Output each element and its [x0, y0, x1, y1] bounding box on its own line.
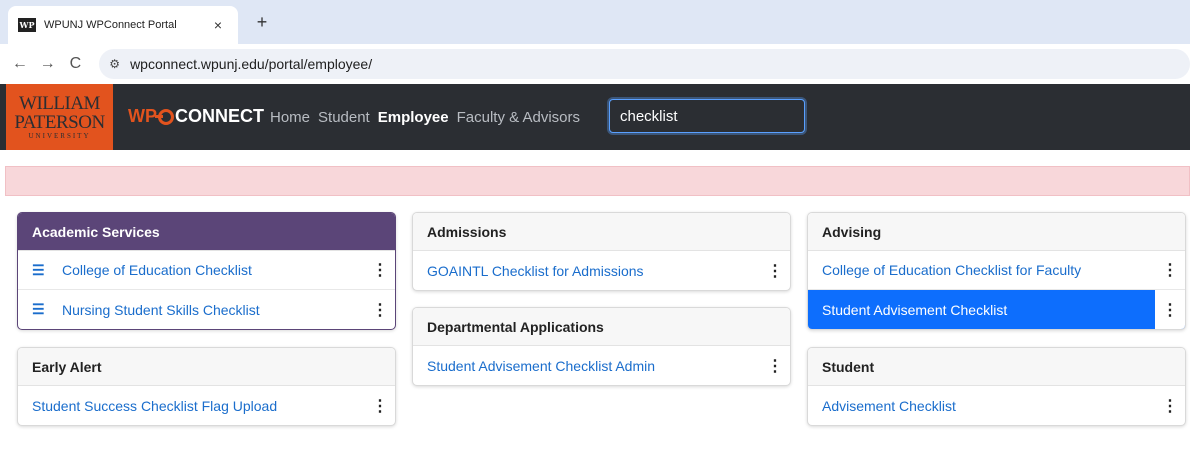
forward-icon[interactable]: →: [34, 55, 62, 73]
nav-faculty-advisors[interactable]: Faculty & Advisors: [457, 109, 580, 126]
kebab-menu-icon[interactable]: ⋮: [365, 300, 395, 320]
list-item[interactable]: Student Success Checklist Flag Upload ⋮: [18, 386, 395, 425]
item-link[interactable]: Student Advisement Checklist: [822, 302, 1155, 318]
list-item[interactable]: College of Education Checklist for Facul…: [808, 251, 1185, 290]
alert-banner: [5, 166, 1190, 196]
address-bar-row: ← → C ⚙ wpconnect.wpunj.edu/portal/emplo…: [0, 44, 1190, 84]
nav-student[interactable]: Student: [318, 109, 370, 126]
close-tab-icon[interactable]: ×: [208, 17, 228, 33]
browser-tab[interactable]: WP WPUNJ WPConnect Portal ×: [8, 6, 238, 44]
kebab-menu-icon[interactable]: ⋮: [1155, 260, 1185, 280]
new-tab-icon[interactable]: +: [252, 12, 272, 33]
wpconnect-logo[interactable]: WP CONNECT: [128, 106, 264, 127]
item-link[interactable]: College of Education Checklist for Facul…: [822, 262, 1155, 278]
card-title: Student: [808, 348, 1185, 386]
checklist-icon: ☰: [32, 301, 45, 317]
kebab-menu-icon[interactable]: ⋮: [365, 260, 395, 280]
card-admissions: Admissions GOAINTL Checklist for Admissi…: [412, 212, 791, 291]
card-title: Academic Services: [18, 213, 395, 251]
checklist-icon: ☰: [32, 261, 45, 278]
card-title: Early Alert: [18, 348, 395, 386]
item-link[interactable]: GOAINTL Checklist for Admissions: [427, 263, 760, 279]
kebab-menu-icon[interactable]: ⋮: [760, 356, 790, 376]
card-academic-services: Academic Services ☰ College of Education…: [17, 212, 396, 330]
card-title: Advising: [808, 213, 1185, 251]
reload-icon[interactable]: C: [62, 55, 90, 73]
portal-header: WILLIAM PATERSON UNIVERSITY WP CONNECT H…: [0, 84, 1190, 150]
card-student: Student Advisement Checklist ⋮: [807, 347, 1186, 426]
kebab-menu-icon[interactable]: ⋮: [1155, 290, 1185, 329]
item-link[interactable]: College of Education Checklist: [62, 262, 365, 278]
site-settings-icon[interactable]: ⚙: [109, 57, 120, 71]
url-field[interactable]: ⚙ wpconnect.wpunj.edu/portal/employee/: [99, 49, 1190, 79]
item-link[interactable]: Nursing Student Skills Checklist: [62, 302, 365, 318]
list-item-selected[interactable]: Student Advisement Checklist ⋮: [808, 290, 1185, 329]
browser-tabstrip: WP WPUNJ WPConnect Portal × +: [0, 0, 1190, 44]
list-item[interactable]: GOAINTL Checklist for Admissions ⋮: [413, 251, 790, 290]
card-advising: Advising College of Education Checklist …: [807, 212, 1186, 330]
list-item[interactable]: ☰ College of Education Checklist ⋮: [18, 251, 395, 290]
tab-title: WPUNJ WPConnect Portal: [44, 19, 177, 31]
connect-ring-icon: [155, 108, 174, 125]
card-departmental-applications: Departmental Applications Student Advise…: [412, 307, 791, 386]
kebab-menu-icon[interactable]: ⋮: [365, 396, 395, 416]
kebab-menu-icon[interactable]: ⋮: [1155, 396, 1185, 416]
top-navigation: Home Student Employee Faculty & Advisors: [270, 109, 588, 126]
list-item[interactable]: ☰ Nursing Student Skills Checklist ⋮: [18, 290, 395, 329]
kebab-menu-icon[interactable]: ⋮: [760, 261, 790, 281]
list-item[interactable]: Advisement Checklist ⋮: [808, 386, 1185, 425]
search-input[interactable]: [609, 99, 805, 133]
nav-home[interactable]: Home: [270, 109, 310, 126]
nav-employee[interactable]: Employee: [378, 109, 449, 126]
item-link[interactable]: Student Success Checklist Flag Upload: [32, 398, 365, 414]
back-icon[interactable]: ←: [6, 55, 34, 73]
item-link[interactable]: Student Advisement Checklist Admin: [427, 358, 760, 374]
card-title: Departmental Applications: [413, 308, 790, 346]
university-logo[interactable]: WILLIAM PATERSON UNIVERSITY: [6, 84, 113, 150]
list-item[interactable]: Student Advisement Checklist Admin ⋮: [413, 346, 790, 385]
card-title: Admissions: [413, 213, 790, 251]
item-link[interactable]: Advisement Checklist: [822, 398, 1155, 414]
card-early-alert: Early Alert Student Success Checklist Fl…: [17, 347, 396, 426]
url-text[interactable]: wpconnect.wpunj.edu/portal/employee/: [130, 56, 372, 72]
favicon-icon: WP: [18, 18, 36, 32]
